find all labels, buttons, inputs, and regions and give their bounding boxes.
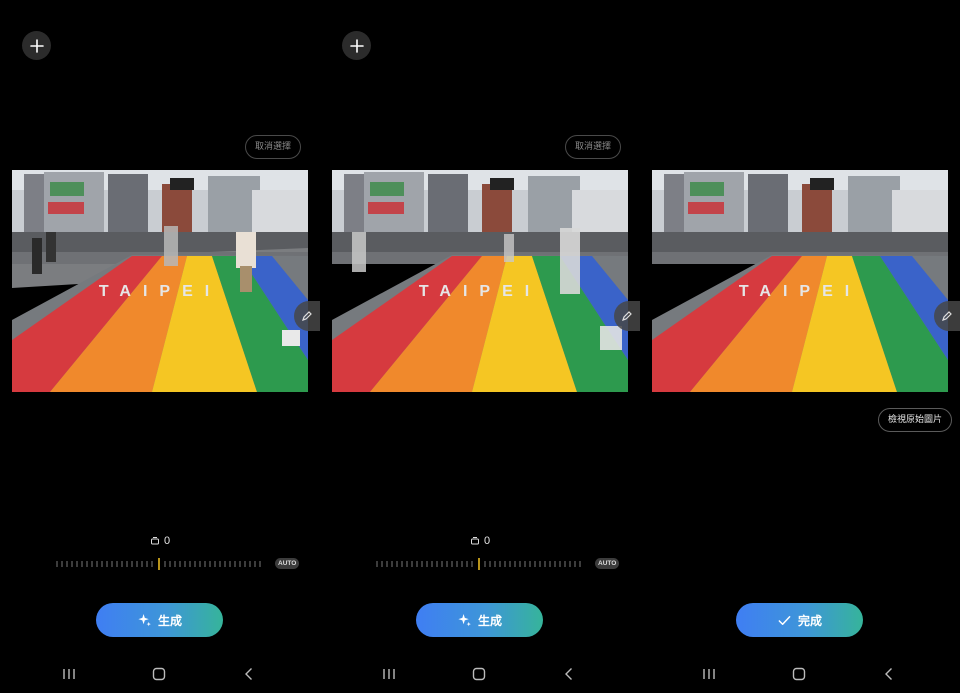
street-photo: TAIPEI bbox=[12, 170, 308, 392]
back-icon bbox=[565, 668, 572, 680]
rotate-icon bbox=[471, 537, 479, 545]
recent-apps-icon bbox=[383, 669, 395, 679]
rotation-ruler[interactable] bbox=[375, 558, 585, 570]
recent-apps-button[interactable] bbox=[379, 664, 399, 684]
photo-preview[interactable]: TAIPEI bbox=[652, 170, 948, 392]
rotation-value-text: 0 bbox=[164, 535, 171, 547]
road-marking-text: TAIPEI bbox=[99, 283, 221, 300]
auto-button[interactable]: AUTO bbox=[595, 558, 620, 569]
back-button[interactable] bbox=[559, 664, 579, 684]
editor-panel-1: 取消選擇 TAIPEI 0 AUTO 生成 bbox=[0, 0, 320, 693]
back-button[interactable] bbox=[879, 664, 899, 684]
edit-handle[interactable] bbox=[614, 301, 640, 331]
home-button[interactable] bbox=[789, 664, 809, 684]
recent-apps-icon bbox=[703, 669, 715, 679]
done-button[interactable]: 完成 bbox=[736, 603, 863, 637]
generate-button[interactable]: 生成 bbox=[96, 603, 223, 637]
ruler-ticks bbox=[376, 558, 581, 570]
recent-apps-icon bbox=[63, 669, 75, 679]
ruler-ticks bbox=[56, 558, 261, 570]
rotate-icon bbox=[151, 537, 159, 545]
view-original-button[interactable]: 檢視原始圖片 bbox=[878, 408, 953, 432]
generate-label: 生成 bbox=[477, 613, 502, 628]
rotation-value-text: 0 bbox=[484, 535, 491, 547]
deselect-button[interactable]: 取消選擇 bbox=[245, 135, 302, 159]
street-photo: TAIPEI bbox=[332, 170, 628, 392]
recent-apps-button[interactable] bbox=[699, 664, 719, 684]
home-button[interactable] bbox=[149, 664, 169, 684]
auto-button[interactable]: AUTO bbox=[275, 558, 300, 569]
system-navbar bbox=[320, 664, 640, 684]
editor-panel-2: 取消選擇 TAIPEI 0 AUTO 生成 bbox=[320, 0, 640, 693]
generate-button[interactable]: 生成 bbox=[416, 603, 543, 637]
plus-icon bbox=[349, 38, 364, 53]
done-label: 完成 bbox=[797, 613, 822, 628]
photo-preview[interactable]: TAIPEI bbox=[12, 170, 308, 392]
pencil-icon bbox=[942, 311, 952, 321]
street-photo: TAIPEI bbox=[652, 170, 948, 392]
recent-apps-button[interactable] bbox=[59, 664, 79, 684]
back-icon bbox=[245, 668, 252, 680]
sparkle-icon bbox=[458, 613, 471, 626]
add-button[interactable] bbox=[342, 31, 371, 60]
rotation-value: 0 bbox=[470, 535, 490, 547]
system-navbar bbox=[640, 664, 960, 684]
back-button[interactable] bbox=[239, 664, 259, 684]
road-marking-text: TAIPEI bbox=[739, 283, 861, 300]
editor-panel-3: TAIPEI 檢視原始圖片 完成 bbox=[640, 0, 960, 693]
rotation-value: 0 bbox=[150, 535, 170, 547]
road-marking-text: TAIPEI bbox=[419, 283, 541, 300]
edit-handle[interactable] bbox=[934, 301, 960, 331]
back-icon bbox=[885, 668, 892, 680]
plus-icon bbox=[29, 38, 44, 53]
check-icon bbox=[778, 615, 791, 625]
home-icon bbox=[472, 667, 486, 681]
sparkle-icon bbox=[138, 613, 151, 626]
deselect-button[interactable]: 取消選擇 bbox=[565, 135, 622, 159]
photo-preview[interactable]: TAIPEI bbox=[332, 170, 628, 392]
pencil-icon bbox=[622, 311, 632, 321]
pencil-icon bbox=[302, 311, 312, 321]
home-icon bbox=[152, 667, 166, 681]
edit-handle[interactable] bbox=[294, 301, 320, 331]
rotation-ruler[interactable] bbox=[55, 558, 265, 570]
add-button[interactable] bbox=[22, 31, 51, 60]
generate-label: 生成 bbox=[157, 613, 182, 628]
home-button[interactable] bbox=[469, 664, 489, 684]
system-navbar bbox=[0, 664, 320, 684]
home-icon bbox=[792, 667, 806, 681]
